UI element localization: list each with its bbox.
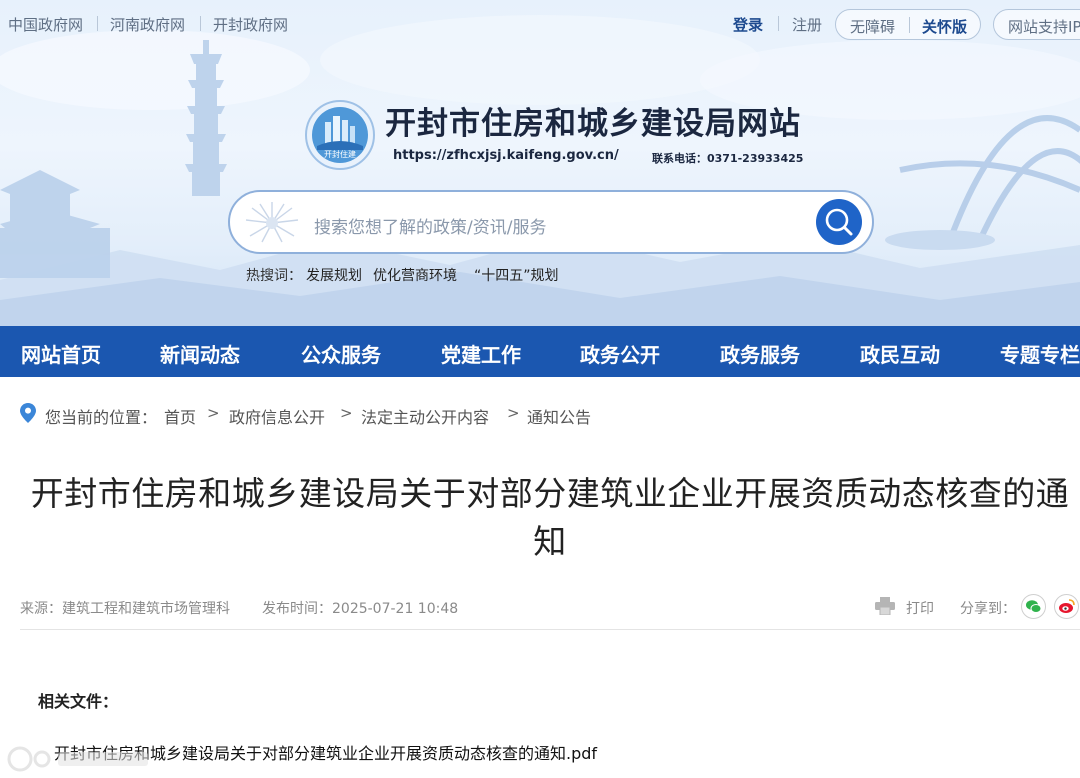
- search-button[interactable]: [816, 199, 862, 245]
- site-phone: 联系电话：0371-23933425: [652, 152, 804, 165]
- nav-item-gov-disclosure[interactable]: 政务公开: [580, 339, 660, 368]
- wechat-icon: [1026, 600, 1042, 613]
- nav-item-interaction[interactable]: 政民互动: [860, 339, 940, 368]
- main-nav: 网站首页 新闻动态 公众服务 党建工作 政务公开 政务服务 政民互动 专题专栏: [0, 326, 1080, 377]
- meta-divider: [20, 629, 1080, 630]
- search-icon: [825, 208, 853, 236]
- search-bar[interactable]: 搜索您想了解的政策/资讯/服务: [228, 190, 874, 254]
- breadcrumb-notices[interactable]: 通知公告: [527, 404, 591, 428]
- hot-words-label: 热搜词：: [246, 268, 302, 284]
- breadcrumb-prefix: 您当前的位置：: [45, 408, 158, 427]
- breadcrumb-home[interactable]: 首页: [164, 404, 196, 428]
- nav-item-news[interactable]: 新闻动态: [160, 339, 240, 368]
- chrysanthemum-icon: [245, 202, 299, 243]
- location-pin-icon: [20, 403, 36, 423]
- link-central-gov[interactable]: 中国政府网: [8, 14, 83, 35]
- breadcrumb-separator: >: [207, 404, 220, 422]
- share-wechat-button[interactable]: [1021, 594, 1046, 619]
- printer-icon[interactable]: [875, 597, 895, 615]
- share-weibo-button[interactable]: [1054, 594, 1079, 619]
- print-button[interactable]: 打印: [906, 598, 934, 618]
- article-publish-time: 发布时间：2025-07-21 10:48: [262, 601, 459, 617]
- related-files-label: 相关文件：: [38, 692, 119, 711]
- topbar-divider: [200, 16, 201, 31]
- hot-word-link[interactable]: 优化营商环境: [373, 265, 457, 285]
- breadcrumb-statutory[interactable]: 法定主动公开内容: [361, 404, 489, 428]
- hot-word-link[interactable]: “十四五”规划: [474, 265, 559, 285]
- ipv6-pill: 网站支持IPv6: [993, 9, 1080, 40]
- top-bar: 中国政府网 河南政府网 开封政府网 登录 注册 无障碍 关怀版 网站支持IPv6: [0, 0, 1080, 48]
- elder-mode-button[interactable]: 关怀版: [922, 16, 967, 37]
- breadcrumb-gov-info[interactable]: 政府信息公开: [229, 404, 325, 428]
- link-kaifeng-gov[interactable]: 开封政府网: [213, 14, 288, 35]
- share-label: 分享到：: [960, 601, 1016, 617]
- link-henan-gov[interactable]: 河南政府网: [110, 14, 185, 35]
- article-source: 来源：建筑工程和建筑市场管理科: [20, 601, 230, 617]
- ipv6-badge: 网站支持IPv6: [1008, 18, 1080, 36]
- nav-item-gov-services[interactable]: 政务服务: [720, 339, 800, 368]
- weibo-icon: [1059, 599, 1075, 613]
- article-title: 开封市住房和城乡建设局关于对部分建筑业企业开展资质动态核查的通知: [30, 474, 1070, 561]
- breadcrumb-separator: >: [340, 404, 353, 422]
- hot-word-link[interactable]: 发展规划: [306, 265, 362, 285]
- nav-item-special-topics[interactable]: 专题专栏: [1000, 339, 1080, 368]
- site-url: https://zfhcxjsj.kaifeng.gov.cn/: [393, 148, 619, 163]
- pill-divider: [909, 17, 910, 33]
- watermark-logo: [7, 746, 148, 772]
- nav-item-party-building[interactable]: 党建工作: [441, 339, 521, 368]
- nav-item-public-services[interactable]: 公众服务: [301, 339, 381, 368]
- breadcrumb-separator: >: [507, 404, 520, 422]
- login-link[interactable]: 登录: [733, 14, 763, 35]
- accessibility-button[interactable]: 无障碍: [850, 16, 895, 37]
- topbar-divider: [97, 16, 98, 31]
- logo-text: 开封住建: [324, 149, 356, 159]
- search-input[interactable]: 搜索您想了解的政策/资讯/服务: [314, 213, 546, 238]
- topbar-divider: [778, 16, 779, 31]
- register-link[interactable]: 注册: [792, 14, 822, 35]
- nav-item-home[interactable]: 网站首页: [21, 339, 101, 368]
- header-banner: 中国政府网 河南政府网 开封政府网 登录 注册 无障碍 关怀版 网站支持IPv6…: [0, 0, 1080, 326]
- site-title[interactable]: 开封市住房和城乡建设局网站: [385, 98, 801, 143]
- site-logo-emblem[interactable]: 开封住建: [305, 100, 375, 170]
- accessibility-pill: 无障碍 关怀版: [835, 9, 981, 40]
